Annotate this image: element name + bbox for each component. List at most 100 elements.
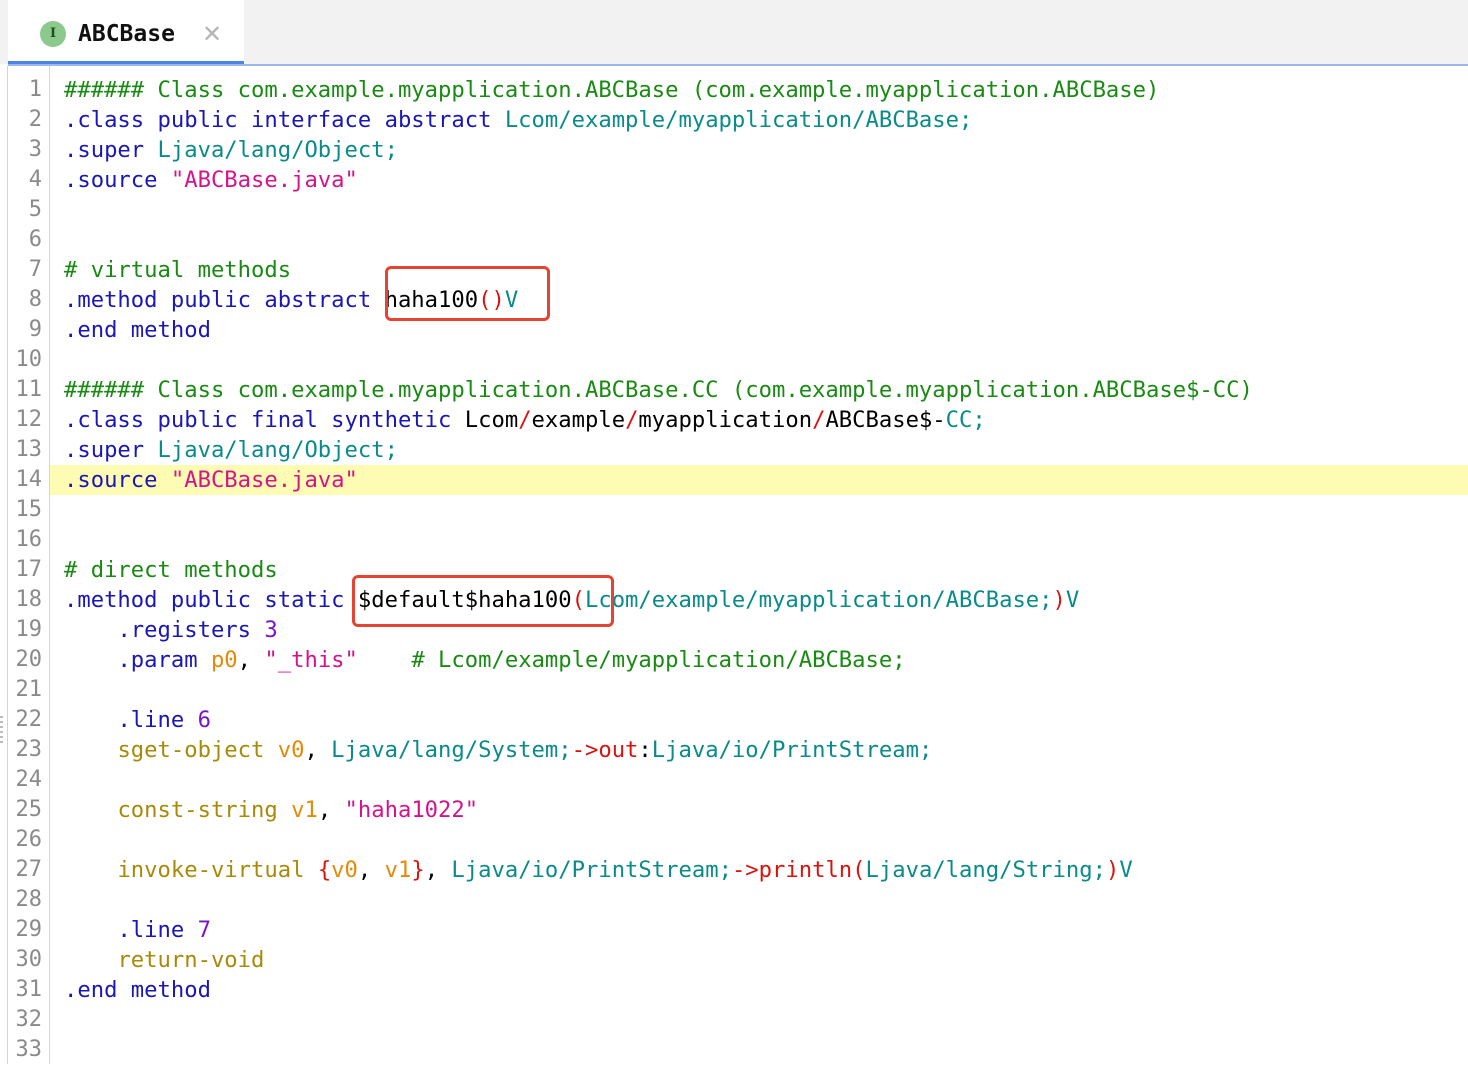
line-number[interactable]: 19	[8, 615, 43, 645]
line-number[interactable]: 17	[8, 555, 43, 585]
line-number[interactable]: 3	[8, 135, 42, 165]
code-line[interactable]: .source "ABCBase.java"	[50, 165, 1468, 195]
interface-icon: I	[40, 21, 66, 47]
code-token: ABCBase$-	[825, 407, 946, 433]
line-number[interactable]: 30	[8, 945, 43, 975]
code-token: ###### Class com.example.myapplication.A…	[64, 77, 1160, 103]
line-number[interactable]: 23	[8, 735, 43, 765]
code-token: Ljava/io/PrintStream;	[451, 857, 732, 883]
code-token: ,	[317, 797, 345, 823]
code-line[interactable]: const-string v1, "haha1022"	[50, 795, 1468, 825]
line-number[interactable]: 28	[8, 885, 43, 915]
line-number[interactable]: 18	[8, 585, 43, 615]
code-token: Ljava/lang/System;	[331, 737, 572, 763]
code-line[interactable]	[50, 525, 1468, 555]
line-number[interactable]: 11	[8, 375, 43, 405]
line-number[interactable]: 22	[8, 705, 43, 735]
code-line[interactable]	[50, 885, 1468, 915]
line-number[interactable]: 13	[8, 435, 43, 465]
code-token: }	[411, 857, 425, 883]
code-line[interactable]: .super Ljava/lang/Object;	[50, 135, 1468, 165]
line-number[interactable]: 2	[8, 105, 42, 135]
code-line[interactable]: .param p0, "_this" # Lcom/example/myappl…	[50, 645, 1468, 675]
code-line[interactable]	[50, 345, 1468, 375]
code-token: .param	[117, 647, 211, 673]
annotation-box-haha100	[385, 266, 550, 321]
line-number[interactable]: 10	[8, 345, 43, 375]
line-number[interactable]: 1	[8, 75, 42, 105]
line-number[interactable]: 8	[8, 285, 42, 315]
line-number[interactable]: 25	[8, 795, 43, 825]
code-token: ,	[304, 737, 332, 763]
code-line[interactable]	[50, 1005, 1468, 1035]
code-line[interactable]: .super Ljava/lang/Object;	[50, 435, 1468, 465]
code-line[interactable]: .end method	[50, 975, 1468, 1005]
code-line[interactable]	[50, 195, 1468, 225]
line-number[interactable]: 21	[8, 675, 43, 705]
code-line[interactable]: ###### Class com.example.myapplication.A…	[50, 75, 1468, 105]
line-number[interactable]: 6	[8, 225, 42, 255]
line-number[interactable]: 7	[8, 255, 42, 285]
line-number[interactable]: 9	[8, 315, 42, 345]
code-token: .class public final synthetic	[64, 407, 465, 433]
code-line[interactable]: .class public final synthetic Lcom/examp…	[50, 405, 1468, 435]
code-token: v0	[277, 737, 305, 763]
code-line[interactable]	[50, 765, 1468, 795]
line-number[interactable]: 20	[8, 645, 43, 675]
editor-tab-bar: I ABCBase ✕	[0, 0, 1468, 65]
code-line[interactable]: # direct methods	[50, 555, 1468, 585]
code-token: .line	[117, 707, 198, 733]
code-line[interactable]: .line 7	[50, 915, 1468, 945]
line-number[interactable]: 31	[8, 975, 43, 1005]
line-number[interactable]: 33	[8, 1035, 43, 1065]
code-token: )	[1105, 857, 1120, 883]
code-line[interactable]: .end method	[50, 315, 1468, 345]
line-number[interactable]: 14	[8, 465, 43, 495]
line-number[interactable]: 32	[8, 1005, 43, 1035]
line-number[interactable]: 16	[8, 525, 43, 555]
line-number[interactable]: 27	[8, 855, 43, 885]
code-line-current[interactable]: .source "ABCBase.java"	[50, 465, 1468, 495]
code-token: "ABCBase.java"	[170, 467, 358, 493]
code-token: Lcom/example/myapplication/ABCBase;	[584, 587, 1053, 613]
code-line[interactable]: sget-object v0, Ljava/lang/System;->out:…	[50, 735, 1468, 765]
line-number[interactable]: 12	[8, 405, 43, 435]
code-line[interactable]: invoke-virtual {v0, v1}, Ljava/io/PrintS…	[50, 855, 1468, 885]
tab-abcbase[interactable]: I ABCBase ✕	[8, 0, 244, 64]
code-token: p0	[210, 647, 238, 673]
code-token: 3	[264, 617, 278, 643]
close-icon[interactable]: ✕	[200, 18, 224, 50]
code-line[interactable]: .method public static $default$haha100(L…	[50, 585, 1468, 615]
line-number[interactable]: 5	[8, 195, 42, 225]
code-line[interactable]	[50, 495, 1468, 525]
line-number[interactable]: 24	[8, 765, 43, 795]
drag-handle[interactable]	[0, 716, 3, 744]
line-number[interactable]: 15	[8, 495, 43, 525]
code-line[interactable]: .class public interface abstract Lcom/ex…	[50, 105, 1468, 135]
line-number[interactable]: 26	[8, 825, 43, 855]
code-line[interactable]: .line 6	[50, 705, 1468, 735]
line-number[interactable]: 29	[8, 915, 43, 945]
code-line[interactable]: ###### Class com.example.myapplication.A…	[50, 375, 1468, 405]
code-token: .registers	[117, 617, 265, 643]
code-line[interactable]	[50, 675, 1468, 705]
line-number[interactable]: 4	[8, 165, 42, 195]
code-token: ###### Class com.example.myapplication.A…	[64, 377, 1253, 403]
tab-title: ABCBase	[78, 21, 175, 47]
code-line[interactable]	[50, 225, 1468, 255]
annotation-box-default-haha100	[352, 575, 614, 627]
code-line[interactable]: # virtual methods	[50, 255, 1468, 285]
code-token: ,	[424, 857, 452, 883]
code-line[interactable]	[50, 825, 1468, 855]
code-line[interactable]: .method public abstract haha100()V	[50, 285, 1468, 315]
code-token: /	[518, 407, 532, 433]
code-line[interactable]	[50, 1035, 1468, 1065]
code-line[interactable]: return-void	[50, 945, 1468, 975]
code-line[interactable]: .registers 3	[50, 615, 1468, 645]
line-number-gutter[interactable]: 1 2 3 4 5 6 7 8 9 10 11 12 13 14 15 16 17 18 19 20 21 22 23 24 2…	[8, 66, 48, 1064]
code-token: .source	[64, 167, 171, 193]
